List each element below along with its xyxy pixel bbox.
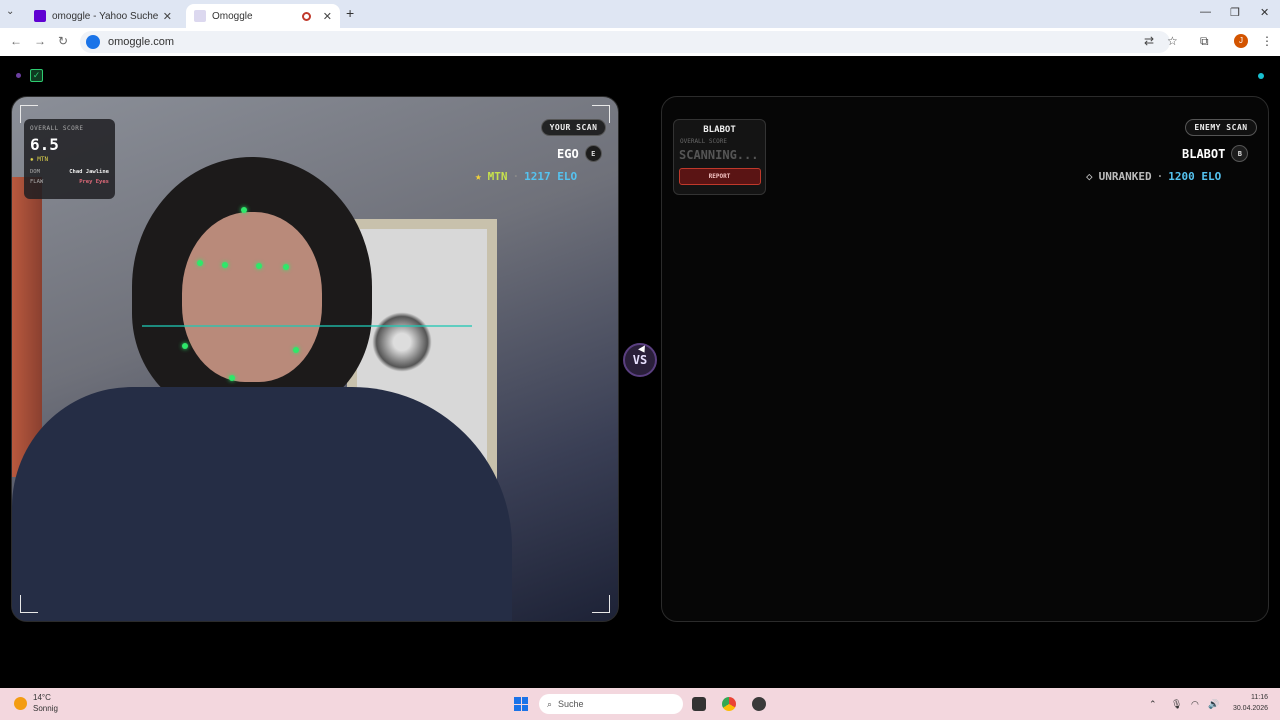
player-name: EGO: [557, 146, 579, 161]
enemy-tier: UNRANKED: [1098, 170, 1152, 183]
taskbar-search[interactable]: ⌕ Suche: [539, 694, 683, 714]
face-landmark: [222, 262, 228, 268]
score-label: OVERALL SCORE: [30, 125, 84, 132]
wifi-icon[interactable]: ◠: [1191, 699, 1199, 710]
your-scan-panel: OVERALL SCORE 6.5 ✹ MTN DOM Chad Jawline…: [11, 96, 619, 622]
face-landmark: [182, 343, 188, 349]
close-icon[interactable]: ✕: [323, 10, 332, 23]
search-placeholder: Suche: [558, 699, 584, 709]
score-row-dom: DOM Chad Jawline: [30, 169, 109, 175]
enemy-name-row: BLABOT B: [1182, 145, 1249, 162]
bookmark-star-icon[interactable]: ☆: [1167, 34, 1178, 48]
recording-icon: [301, 11, 311, 21]
omoggle-page: ✓ OVERALL SCORE 6.5 ✹ MTN DOM Chad Jawli…: [0, 56, 1280, 688]
extensions-icon[interactable]: ⧉: [1200, 34, 1209, 49]
tab-title: omoggle - Yahoo Suche Suchen: [52, 10, 159, 22]
separator: ·: [512, 170, 520, 183]
background-lamp: [372, 312, 432, 372]
enemy-rank-row: ◇ UNRANKED · 1200 ELO: [1086, 170, 1221, 183]
star-icon: ✹: [30, 156, 34, 163]
clock[interactable]: 11:16 30.04.2026: [1228, 692, 1268, 714]
webcam-hoodie: [12, 387, 512, 621]
address-bar[interactable]: omoggle.com: [80, 31, 1170, 53]
weather-condition: Sonnig: [33, 704, 58, 713]
frame-corner: [20, 595, 38, 613]
forward-icon[interactable]: →: [34, 34, 46, 48]
score-tier: ✹ MTN: [30, 156, 49, 163]
frame-corner: [592, 595, 610, 613]
tab-search-icon[interactable]: ⌄: [6, 6, 14, 17]
weather-widget[interactable]: 14°C Sonnig: [33, 692, 58, 714]
player-rank-row: ★ MTN · 1217 ELO: [475, 170, 577, 183]
restore-icon[interactable]: ❐: [1230, 6, 1240, 19]
scanning-status: SCANNING...: [679, 148, 759, 162]
tab-omoggle[interactable]: Omoggle ✕: [186, 4, 340, 28]
window-close-icon[interactable]: ✕: [1260, 6, 1269, 19]
star-icon: ★: [475, 170, 482, 183]
enemy-name: BLABOT: [1182, 146, 1226, 161]
player-rank-letter: E: [584, 145, 602, 162]
profile-avatar[interactable]: J: [1234, 34, 1248, 48]
face-landmark: [241, 207, 247, 213]
face-landmark: [293, 347, 299, 353]
back-icon[interactable]: ←: [10, 34, 22, 48]
browser-toolbar: ← → ↻ omoggle.com ⇄ ☆ ⧉ ⋮: [0, 28, 1280, 56]
enemy-rank-letter: B: [1231, 145, 1249, 162]
menu-icon[interactable]: ⋮: [1261, 34, 1273, 48]
face-landmark: [197, 260, 203, 266]
your-scan-badge: YOUR SCAN: [541, 119, 606, 136]
date: 30.04.2026: [1232, 705, 1268, 712]
reload-icon[interactable]: ↻: [58, 34, 68, 48]
url-text: omoggle.com: [108, 36, 175, 48]
diamond-icon: ◇: [1086, 170, 1093, 183]
translate-icon[interactable]: ⇄: [1144, 34, 1154, 48]
enemy-scan-badge: ENEMY SCAN: [1185, 119, 1257, 136]
new-tab-icon[interactable]: +: [346, 5, 354, 21]
sun-icon[interactable]: [14, 697, 27, 710]
separator: ·: [1156, 170, 1164, 183]
enemy-score-label: OVERALL SCORE: [680, 138, 727, 145]
minimize-icon[interactable]: —: [1200, 6, 1211, 18]
site-info-icon[interactable]: [86, 35, 100, 49]
score-row-flaw: FLAW Prey Eyes: [30, 179, 109, 185]
search-icon: ⌕: [547, 698, 553, 709]
yahoo-icon: [34, 10, 46, 22]
temperature: 14°C: [33, 693, 51, 702]
time: 11:16: [1251, 694, 1268, 701]
chevron-up-icon[interactable]: ⌃: [1149, 699, 1157, 710]
chrome-icon[interactable]: [722, 697, 736, 711]
webcam-face: [182, 212, 322, 382]
status-dot: [16, 73, 21, 78]
player-elo: 1217 ELO: [524, 170, 578, 183]
face-landmark: [229, 375, 235, 381]
report-button[interactable]: REPORT: [678, 168, 761, 185]
file-explorer-icon[interactable]: [692, 697, 706, 711]
face-landmark: [256, 263, 262, 269]
tab-yahoo[interactable]: omoggle - Yahoo Suche Suchen ✕: [26, 4, 180, 28]
enemy-card-name: BLABOT: [703, 125, 736, 135]
overall-score-card: OVERALL SCORE 6.5 ✹ MTN DOM Chad Jawline…: [24, 119, 115, 199]
enemy-score-card: BLABOT OVERALL SCORE SCANNING... REPORT: [673, 119, 766, 195]
volume-icon[interactable]: 🔊: [1208, 699, 1219, 710]
player-tier: MTN: [487, 170, 508, 183]
enemy-scan-panel: BLABOT OVERALL SCORE SCANNING... REPORT …: [661, 96, 1269, 622]
tab-strip: ⌄ omoggle - Yahoo Suche Suchen ✕ Omoggle…: [0, 0, 1280, 28]
player-name-row: EGO E: [557, 145, 602, 162]
close-icon[interactable]: ✕: [163, 10, 172, 23]
score-value: 6.5: [30, 135, 59, 154]
scan-line: [142, 325, 472, 327]
omoggle-icon: [194, 10, 206, 22]
face-landmark: [283, 264, 289, 270]
app-icon[interactable]: [752, 697, 766, 711]
checkmark-icon[interactable]: ✓: [30, 69, 43, 82]
microphone-icon[interactable]: 🎙: [1171, 699, 1182, 710]
enemy-elo: 1200 ELO: [1168, 170, 1222, 183]
windows-start-icon[interactable]: [514, 697, 528, 711]
tab-title: Omoggle: [212, 10, 253, 22]
connection-dot: [1258, 73, 1264, 79]
